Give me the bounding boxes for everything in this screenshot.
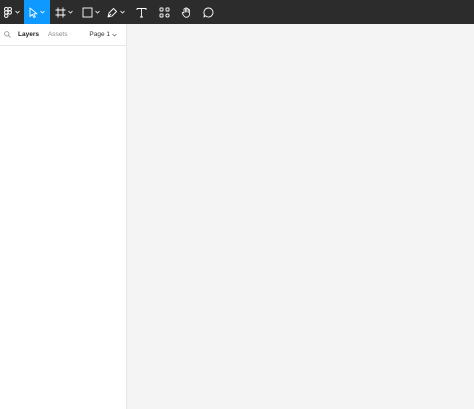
- chevron-down-icon: [68, 10, 73, 14]
- left-panel: Layers Assets Page 1: [0, 24, 127, 409]
- chevron-down-icon: [120, 10, 125, 14]
- hand-tool-button[interactable]: [175, 0, 197, 24]
- tab-assets[interactable]: Assets: [48, 31, 68, 38]
- chevron-down-icon: [112, 33, 117, 36]
- text-tool-button[interactable]: [129, 0, 153, 24]
- frame-icon: [55, 7, 66, 18]
- move-tool-button[interactable]: [24, 0, 50, 24]
- frame-tool-button[interactable]: [50, 0, 78, 24]
- comment-icon: [203, 7, 214, 18]
- pen-icon: [107, 7, 118, 18]
- toolbar: [0, 0, 474, 24]
- page-selector-label: Page 1: [89, 31, 110, 38]
- resources-tool-button[interactable]: [153, 0, 175, 24]
- panel-tabs: Layers Assets Page 1: [0, 24, 126, 46]
- chevron-down-icon: [94, 10, 100, 14]
- pen-tool-button[interactable]: [103, 0, 129, 24]
- comment-tool-button[interactable]: [197, 0, 219, 24]
- components-icon: [159, 7, 170, 18]
- chevron-down-icon: [15, 10, 20, 14]
- canvas[interactable]: [127, 24, 474, 409]
- shape-tool-button[interactable]: [78, 0, 103, 24]
- figma-logo-icon: [4, 6, 13, 18]
- text-icon: [136, 7, 147, 18]
- hand-icon: [181, 6, 192, 18]
- pointer-icon: [29, 7, 38, 18]
- tab-layers[interactable]: Layers: [18, 31, 39, 38]
- search-icon[interactable]: [4, 31, 18, 38]
- chevron-down-icon: [40, 10, 45, 14]
- main-menu-button[interactable]: [0, 0, 24, 24]
- page-selector[interactable]: Page 1: [89, 31, 117, 38]
- rectangle-icon: [82, 7, 93, 18]
